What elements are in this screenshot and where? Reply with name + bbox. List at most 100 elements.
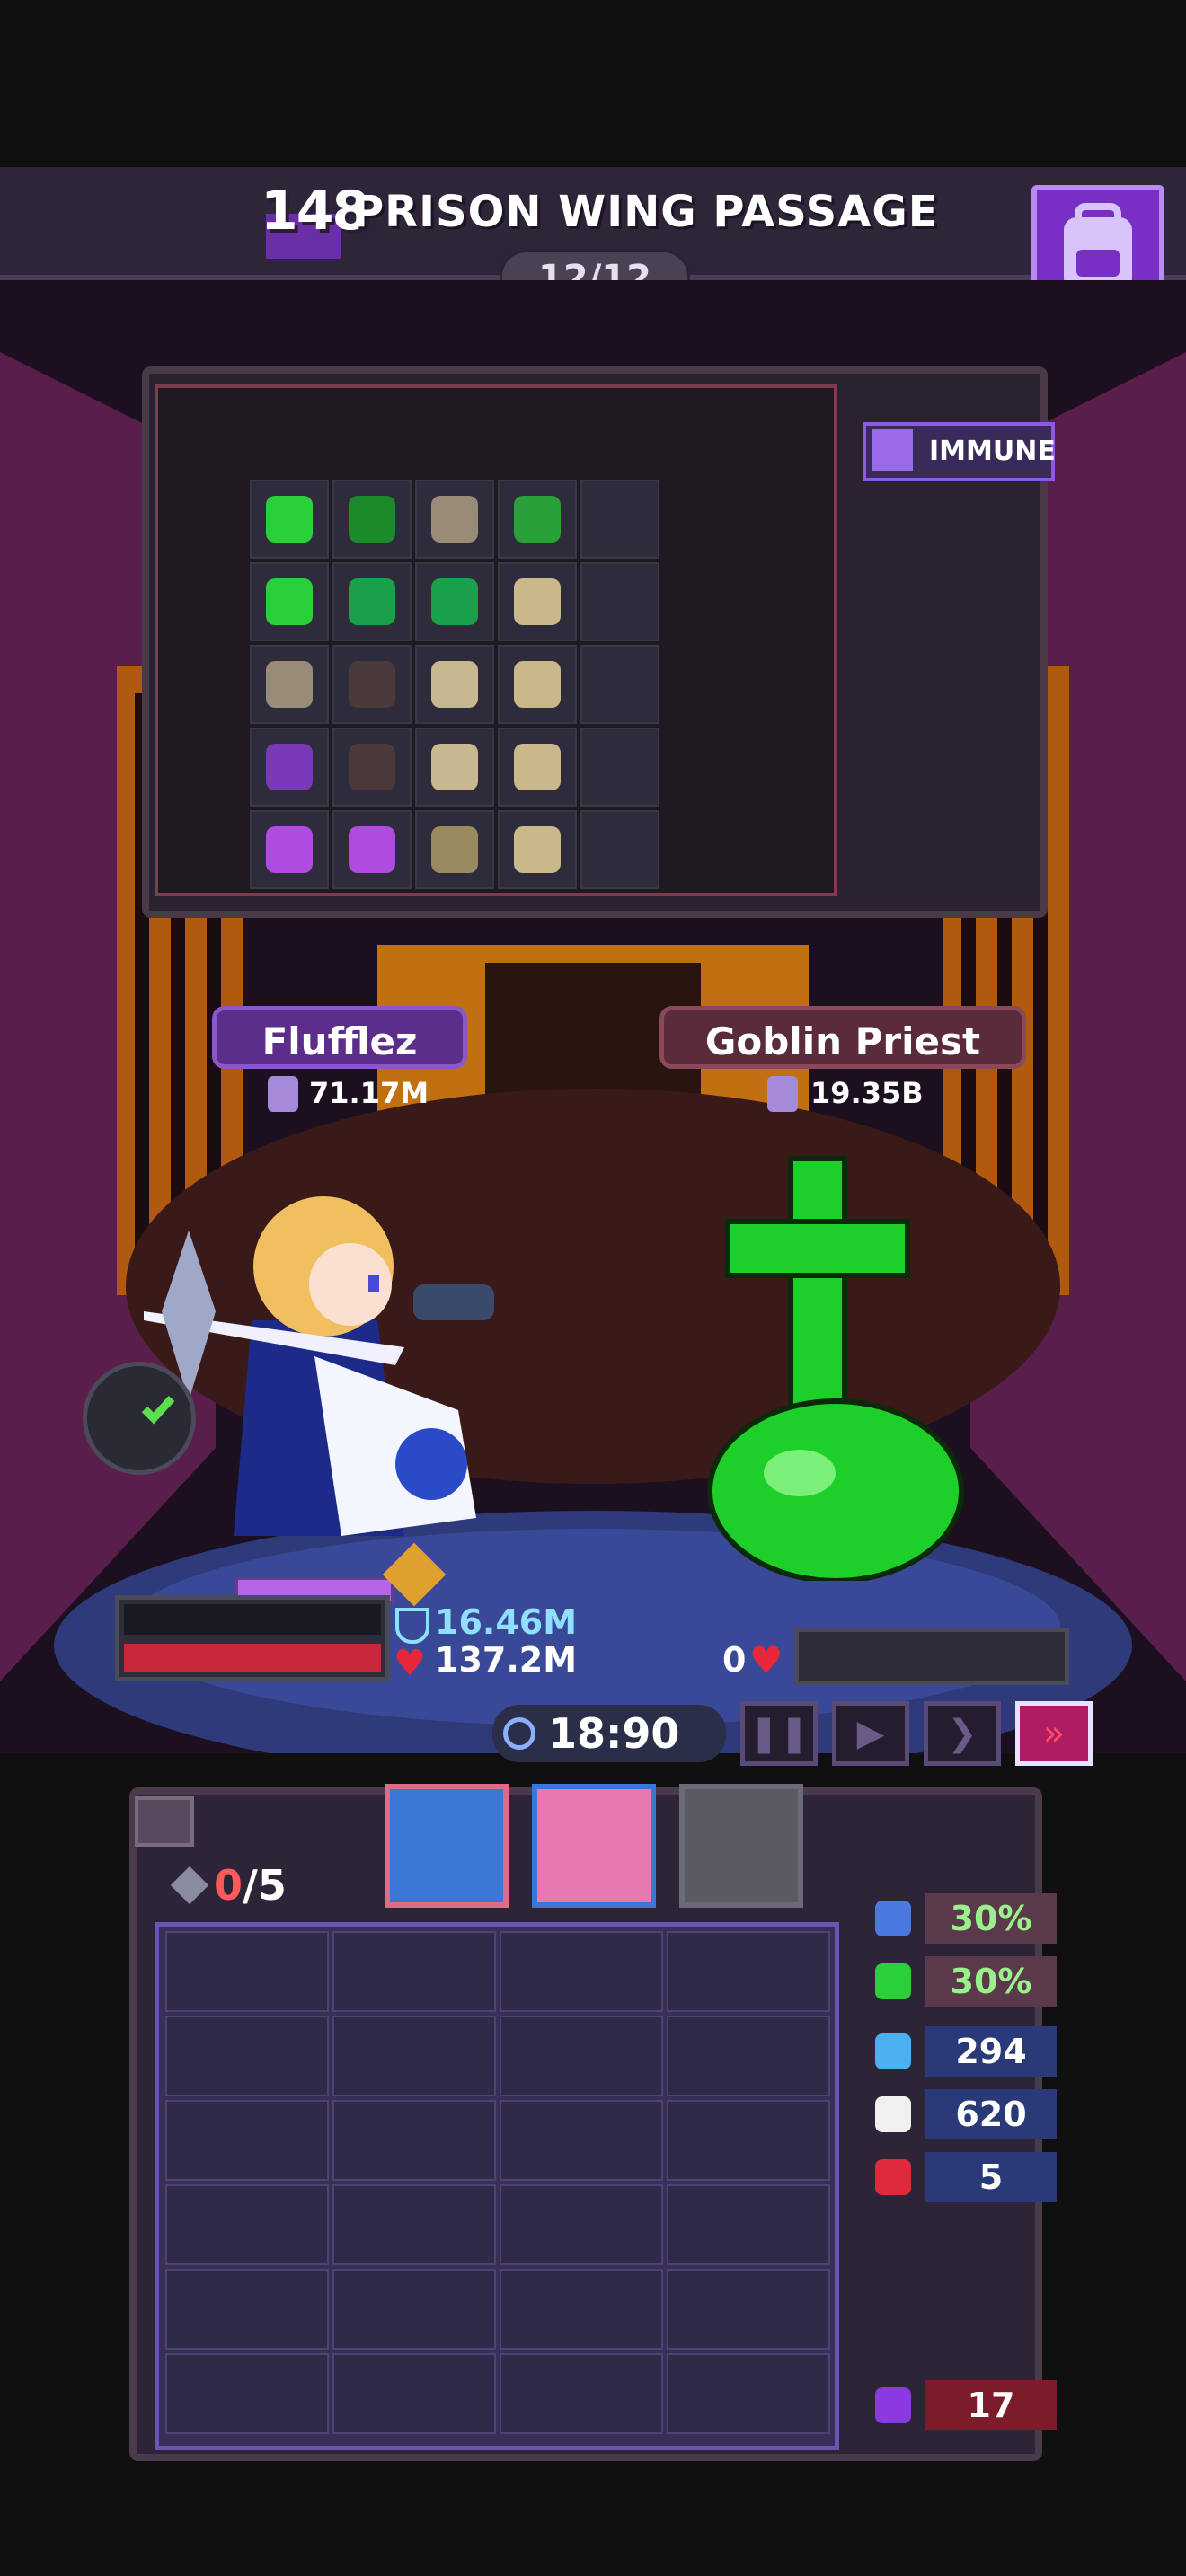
hero-shield-value: 16.46M — [435, 1602, 578, 1642]
player-item-slot[interactable] — [165, 2353, 329, 2434]
player-item-slot[interactable] — [332, 2269, 496, 2350]
hero-attack-value: 71.17M — [309, 1076, 429, 1110]
ring-icon — [431, 496, 478, 543]
green-orb-staff-icon — [431, 578, 478, 625]
enemy-item-slot[interactable] — [580, 810, 659, 889]
player-item-slot[interactable] — [500, 1931, 663, 2012]
skull-slime-icon — [514, 661, 561, 708]
player-item-slot[interactable] — [332, 2100, 496, 2181]
player-item-slot[interactable] — [332, 2016, 496, 2096]
player-item-slot[interactable] — [332, 1931, 496, 2012]
purple-egg-icon — [266, 744, 313, 790]
green-dagger-icon — [266, 578, 313, 625]
player-item-slot[interactable] — [165, 1931, 329, 2012]
hero-hp-bar — [124, 1644, 381, 1672]
stat-value: 294 — [925, 2026, 1057, 2077]
companion-avatar[interactable] — [83, 1362, 196, 1475]
enemy-hp-value: 0 — [722, 1640, 747, 1680]
hero-shield-bar — [124, 1604, 381, 1635]
enemy-item-slot[interactable] — [415, 728, 494, 807]
enemy-item-slot[interactable] — [415, 562, 494, 641]
fastest-button[interactable]: » — [1015, 1701, 1093, 1766]
player-item-slot[interactable] — [500, 2353, 663, 2434]
slots-used: 0 — [214, 1861, 243, 1910]
menu-icon[interactable] — [135, 1796, 194, 1847]
enemy-item-slot[interactable] — [250, 562, 329, 641]
enemy-item-slot[interactable] — [580, 728, 659, 807]
enemy-item-slot[interactable] — [498, 728, 577, 807]
enemy-item-slot[interactable] — [250, 810, 329, 889]
hero-character[interactable] — [135, 1141, 512, 1572]
portrait-pink-witch[interactable] — [532, 1784, 656, 1908]
enemy-item-slot[interactable] — [580, 645, 659, 724]
player-item-slot[interactable] — [500, 2100, 663, 2181]
crossed-bones-icon — [863, 2089, 924, 2139]
stat-value: 5 — [925, 2152, 1057, 2202]
stage-title: PRISON WING PASSAGE — [352, 187, 939, 237]
enemy-item-slot[interactable] — [332, 645, 412, 724]
player-item-slot[interactable] — [667, 2016, 830, 2096]
enemy-item-slot[interactable] — [498, 562, 577, 641]
enemy-item-slot[interactable] — [332, 810, 412, 889]
immune-icon — [872, 429, 913, 471]
enemy-item-slot[interactable] — [250, 728, 329, 807]
enemy-character[interactable] — [692, 1150, 997, 1584]
player-item-slot[interactable] — [332, 2184, 496, 2265]
player-item-slot[interactable] — [500, 2016, 663, 2096]
hero-hp-value: 137.2M — [435, 1640, 578, 1680]
stat-value: 30% — [925, 1956, 1057, 2007]
portrait-blue-mage[interactable] — [385, 1784, 509, 1908]
enemy-attack-value: 19.35B — [810, 1076, 924, 1110]
pause-button[interactable]: ❚❚ — [740, 1701, 818, 1766]
skull-slime-icon — [514, 744, 561, 790]
enemy-item-slot[interactable] — [580, 480, 659, 559]
bone-icon — [431, 661, 478, 708]
enemy-item-slot[interactable] — [332, 728, 412, 807]
player-item-slot[interactable] — [667, 1931, 830, 2012]
skull-slime-icon — [514, 578, 561, 625]
play-button[interactable]: ▶ — [832, 1701, 909, 1766]
stat-value: 17 — [925, 2380, 1057, 2430]
player-item-slot[interactable] — [165, 2269, 329, 2350]
hero-attack-icon — [268, 1076, 298, 1112]
enemy-item-slot[interactable] — [415, 480, 494, 559]
player-item-slot[interactable] — [165, 2016, 329, 2096]
shield-icon — [395, 1608, 429, 1644]
purple-mushroom-icon — [266, 826, 313, 873]
enemy-item-slot[interactable] — [498, 480, 577, 559]
player-item-slot[interactable] — [165, 2100, 329, 2181]
enemy-item-slot[interactable] — [250, 480, 329, 559]
attack-speed-icon — [863, 1893, 924, 1944]
heart-icon: ♥ — [394, 1643, 426, 1684]
enemy-item-slot[interactable] — [332, 562, 412, 641]
enemy-item-slot[interactable] — [498, 645, 577, 724]
player-item-slot[interactable] — [667, 2353, 830, 2434]
enemy-attack-icon — [767, 1076, 798, 1112]
staff-icon — [349, 744, 395, 790]
player-item-slot[interactable] — [667, 2269, 830, 2350]
purple-mushroom-icon — [349, 826, 395, 873]
sack-icon — [431, 826, 478, 873]
hero-name-plate: Flufflez — [212, 1006, 467, 1069]
player-item-slot[interactable] — [667, 2184, 830, 2265]
enemy-item-slot[interactable] — [498, 810, 577, 889]
fast-forward-button[interactable]: ❯ — [924, 1701, 1001, 1766]
player-item-slot[interactable] — [165, 2184, 329, 2265]
portrait-grey-ghost[interactable] — [679, 1784, 803, 1908]
enemy-item-slot[interactable] — [580, 562, 659, 641]
enemy-item-slot[interactable] — [415, 810, 494, 889]
player-item-slot[interactable] — [667, 2100, 830, 2181]
enemy-item-slot[interactable] — [415, 645, 494, 724]
green-dagger-icon — [266, 496, 313, 543]
red-demon-icon — [863, 2152, 924, 2202]
enemy-hp-bar — [794, 1628, 1069, 1685]
staff-icon — [349, 661, 395, 708]
player-item-slot[interactable] — [332, 2353, 496, 2434]
slots-total: /5 — [243, 1861, 287, 1910]
player-item-slot[interactable] — [500, 2184, 663, 2265]
bottom-bar — [0, 2483, 1186, 2576]
player-item-slot[interactable] — [500, 2269, 663, 2350]
enemy-item-slot[interactable] — [332, 480, 412, 559]
enemy-heart-icon: ♥ — [749, 1638, 783, 1682]
enemy-item-slot[interactable] — [250, 645, 329, 724]
